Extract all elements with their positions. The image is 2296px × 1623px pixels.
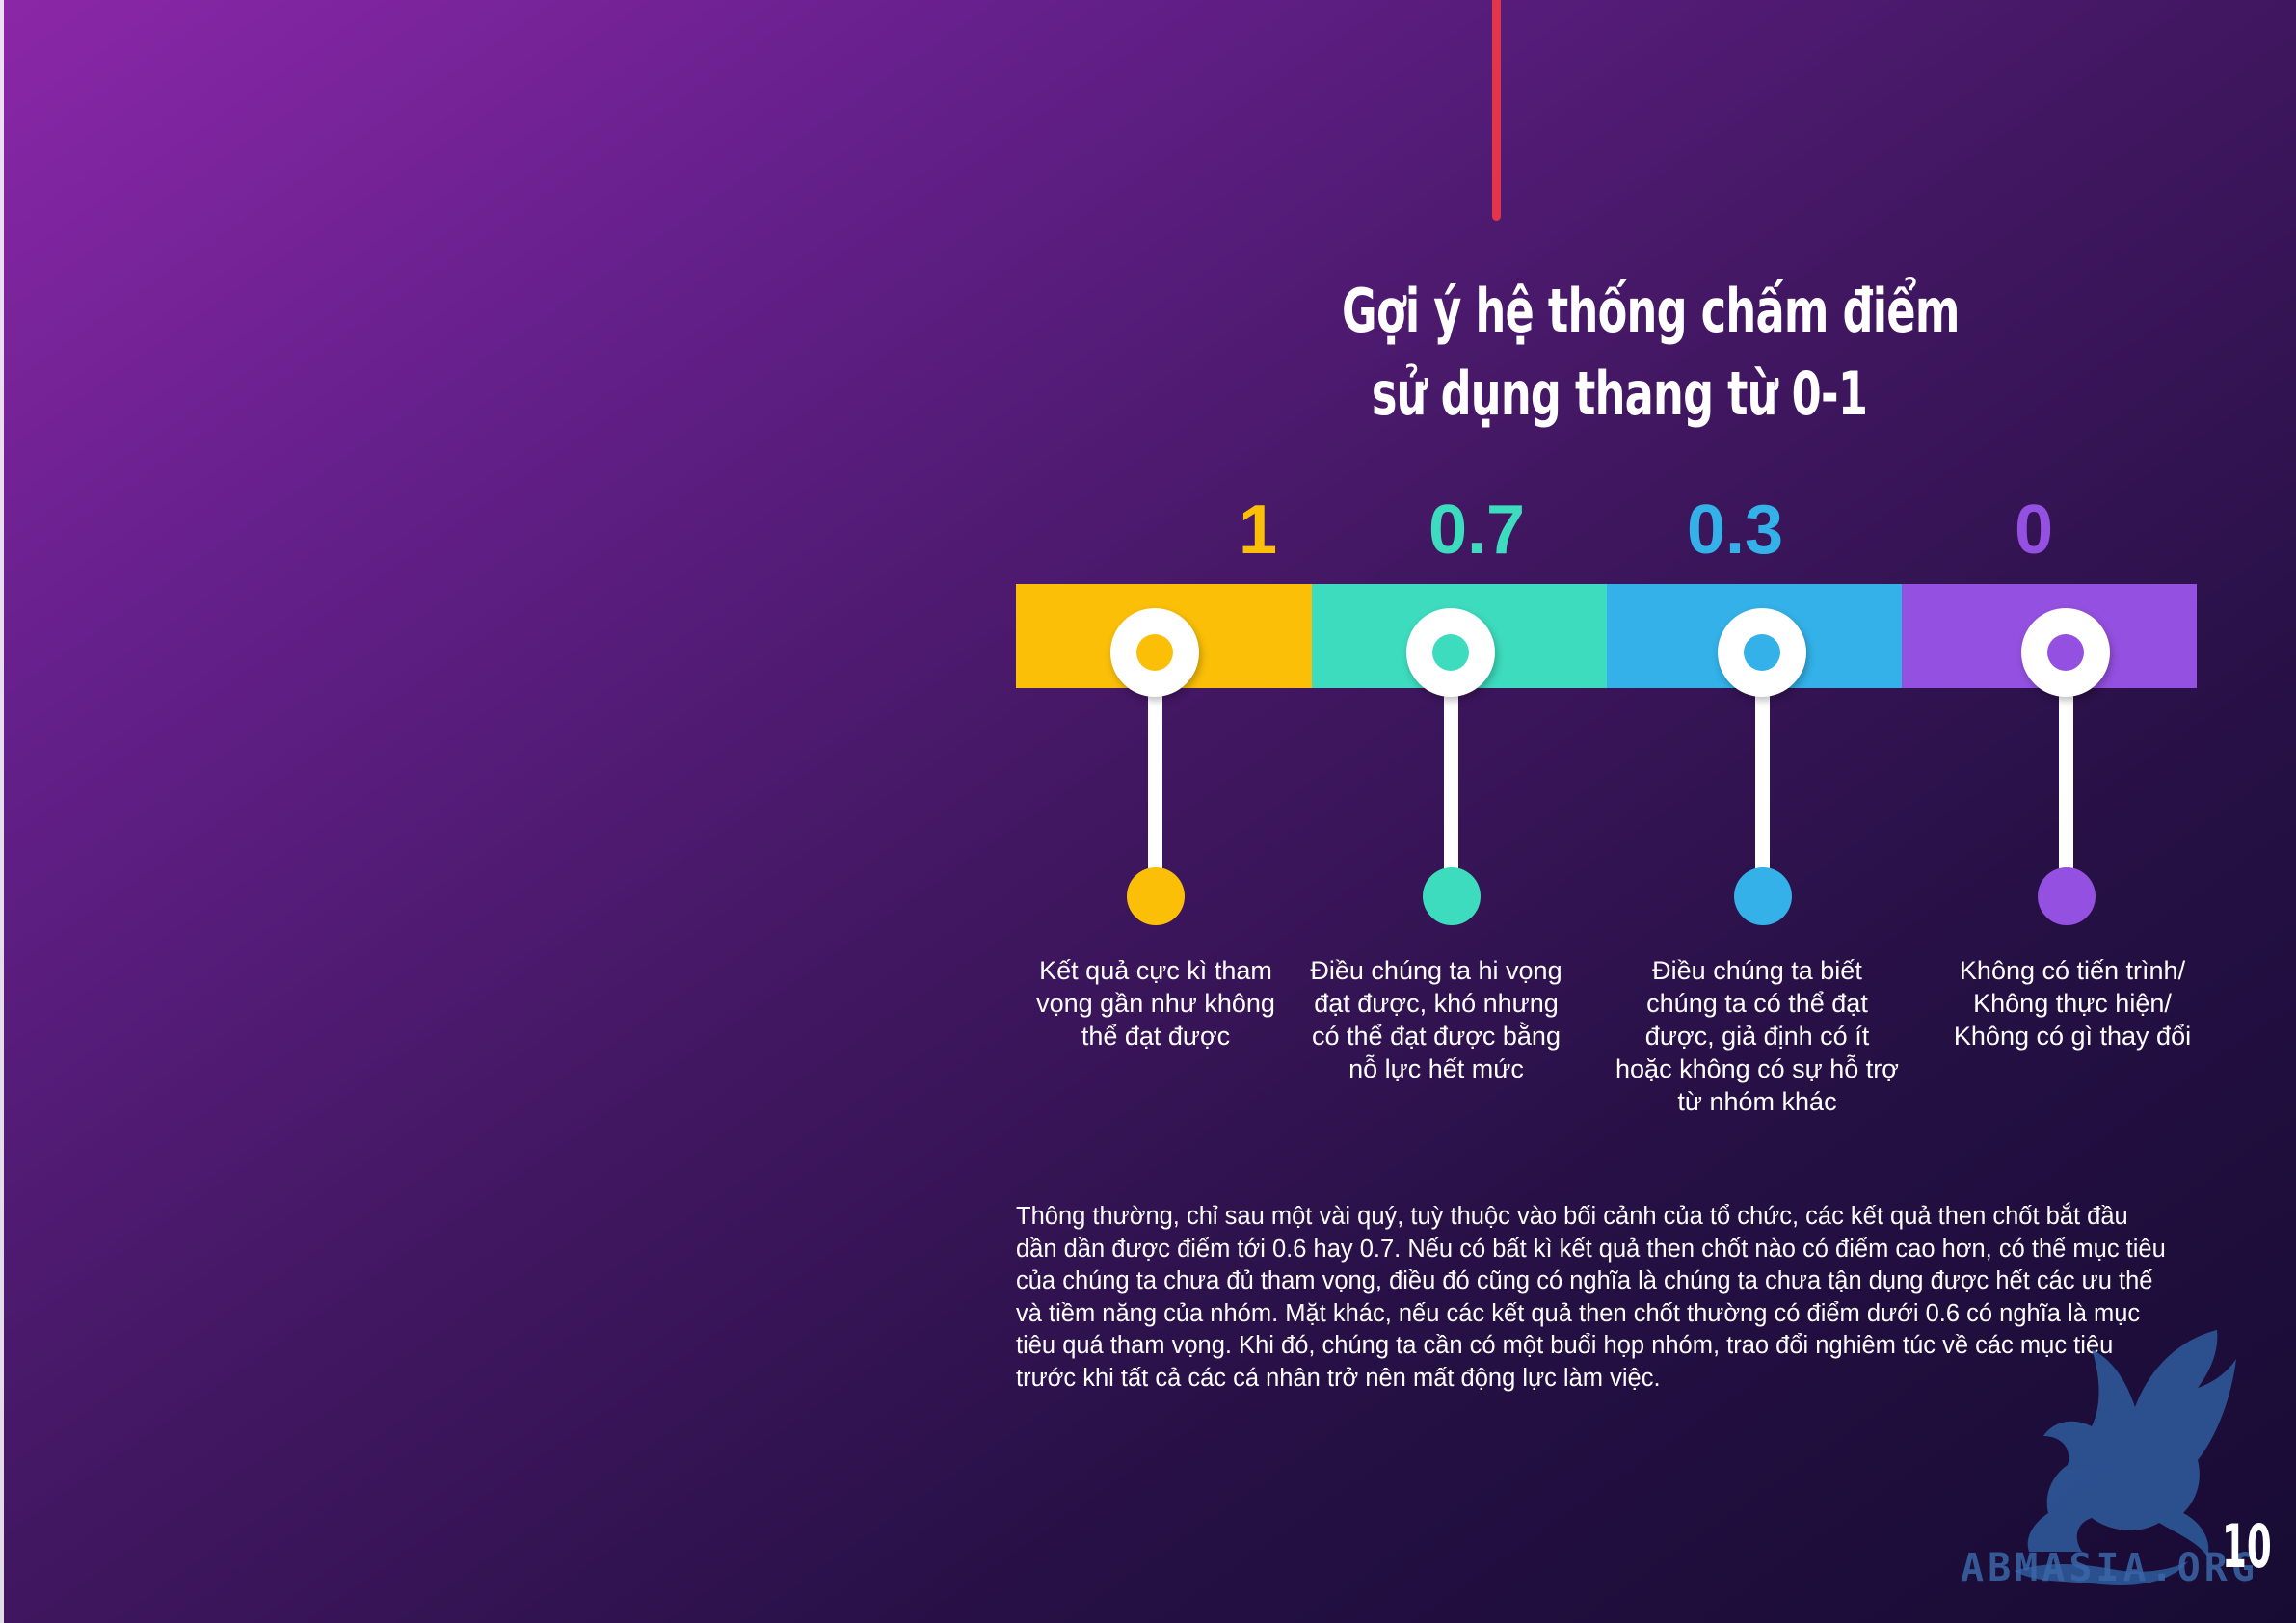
scale-description-0: Không có tiến trình/ Không thực hiện/ Kh… [1953,956,2192,1051]
page-title: Gợi ý hệ thống chấm điểm sử dụng thang t… [1342,270,1960,436]
marker-ring-dot [1432,634,1469,671]
scale-value-1: 1 [1238,492,1278,569]
watermark-text: ABMASIA.ORG [1961,1546,2258,1590]
page-edge [0,0,4,1623]
marker-stem [2059,675,2073,882]
marker-end-dot [1734,867,1792,925]
scale-value-0-7: 0.7 [1428,492,1526,569]
marker-ring [2021,608,2110,697]
page: Gợi ý hệ thống chấm điểm sử dụng thang t… [0,0,2296,1623]
marker-ring-dot [1744,634,1780,671]
scale-description-1: Kết quả cực kì tham vọng gần như không t… [1036,956,1275,1051]
marker-end-dot [1127,867,1185,925]
marker-ring [1406,608,1495,697]
marker-ring [1718,608,1806,697]
page-number: 10 [2222,1511,2272,1582]
accent-line [1492,0,1501,221]
marker-stem [1444,675,1458,882]
marker-ring [1110,608,1199,697]
title-line-2: sử dụng thang từ 0-1 [1371,359,1868,429]
watermark-griffin-logo [2015,1330,2236,1585]
scale-value-0: 0 [2014,492,2054,569]
marker-ring-dot [2047,634,2084,671]
marker-end-dot [1423,867,1481,925]
scale-description-0-7: Điều chúng ta hi vọng đạt được, khó nhưn… [1310,956,1562,1083]
scale-value-0-3: 0.3 [1686,492,1784,569]
marker-end-dot [2038,867,2096,925]
marker-stem [1755,675,1770,882]
marker-ring-dot [1136,634,1173,671]
title-line-1: Gợi ý hệ thống chấm điểm [1342,276,1960,346]
marker-stem [1148,675,1162,882]
scale-description-0-3: Điều chúng ta biết chúng ta có thể đạt đ… [1615,956,1899,1116]
